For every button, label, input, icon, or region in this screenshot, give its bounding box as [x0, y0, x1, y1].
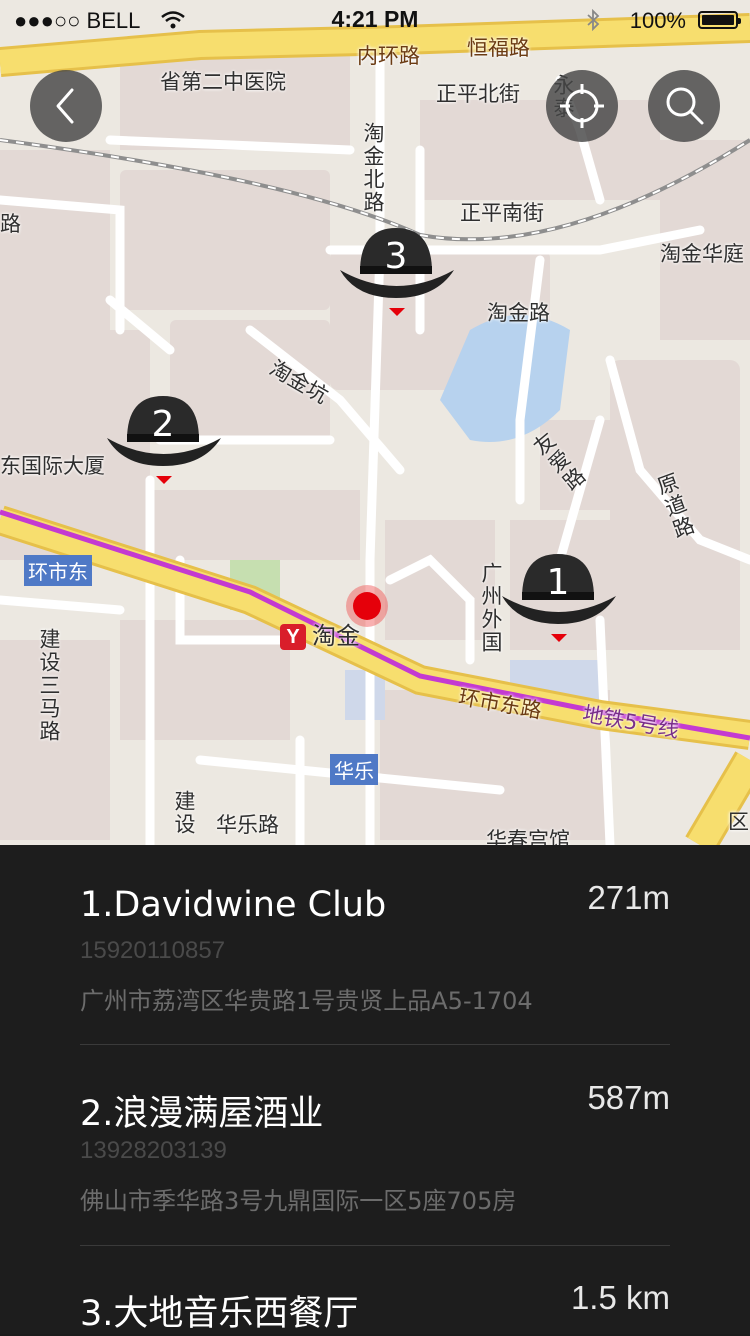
battery-percent: 100%	[629, 8, 686, 33]
place-list[interactable]: 1.Davidwine Club 271m 15920110857 广州市荔湾区…	[0, 845, 750, 1334]
marker-number: 2	[151, 404, 175, 445]
map-label: 建设	[172, 790, 196, 836]
map-label: 内环路	[357, 44, 420, 68]
map-label: 正平北街	[436, 82, 520, 106]
map-label: 路	[0, 212, 21, 236]
map-label: 淘金北路	[361, 122, 385, 214]
back-button[interactable]	[30, 70, 102, 142]
map-label: 环市东	[24, 555, 92, 586]
divider	[80, 1044, 670, 1045]
map-label: 正平南街	[460, 201, 544, 225]
place-distance: 587m	[587, 1079, 670, 1116]
map-marker-3[interactable]: 3	[338, 222, 458, 322]
search-icon	[666, 87, 704, 125]
map-label: 淘金华庭	[660, 242, 744, 266]
map-label: 华乐	[330, 754, 378, 785]
locate-button[interactable]	[546, 70, 618, 142]
place-phone[interactable]: 13928203139	[80, 1137, 227, 1165]
map-label: 东国际大厦	[0, 454, 105, 478]
metro-icon: Y	[280, 624, 306, 650]
map-label: 华春宫馆	[486, 828, 570, 846]
map-marker-1[interactable]: 1	[500, 548, 620, 648]
map-label: 淘金路	[487, 301, 550, 325]
map-label: 省第二中医院	[160, 70, 286, 94]
map-view[interactable]: 内环路 恒福路 省第二中医院 正平北街 正平南街 淘金北路 淘金路 淘金坑 淘金…	[0, 0, 750, 845]
map-label: 华乐路	[216, 813, 279, 837]
map-label: 淘金	[312, 622, 360, 650]
place-distance: 1.5 km	[570, 1279, 670, 1316]
map-marker-2[interactable]: 2	[105, 390, 225, 490]
status-bar: ●●●○○ BELL 4:21 PM 100%	[0, 0, 750, 40]
marker-number: 3	[384, 236, 408, 277]
place-name: 1.Davidwine Club	[80, 885, 387, 925]
search-button[interactable]	[648, 70, 720, 142]
current-location-pin	[346, 585, 388, 627]
place-phone[interactable]: 15920110857	[80, 937, 225, 965]
place-name: 3.大地音乐西餐厅	[80, 1294, 359, 1334]
place-address: 佛山市季华路3号九鼎国际一区5座705房	[80, 1187, 517, 1215]
map-label: 区	[728, 810, 749, 834]
map-label: 广州外国	[479, 562, 503, 654]
map-label: 恒福路	[467, 36, 530, 60]
place-distance: 271m	[587, 879, 670, 916]
divider	[80, 1245, 670, 1246]
map-label: 建设三马路	[37, 628, 61, 743]
place-address: 广州市荔湾区华贵路1号贵贤上品A5-1704	[80, 987, 533, 1015]
chevron-left-icon	[56, 88, 74, 124]
battery-icon	[698, 11, 741, 29]
place-name: 2.浪漫满屋酒业	[80, 1094, 324, 1134]
crosshair-icon	[560, 84, 604, 128]
marker-number: 1	[546, 562, 570, 603]
bluetooth-icon	[587, 9, 600, 31]
